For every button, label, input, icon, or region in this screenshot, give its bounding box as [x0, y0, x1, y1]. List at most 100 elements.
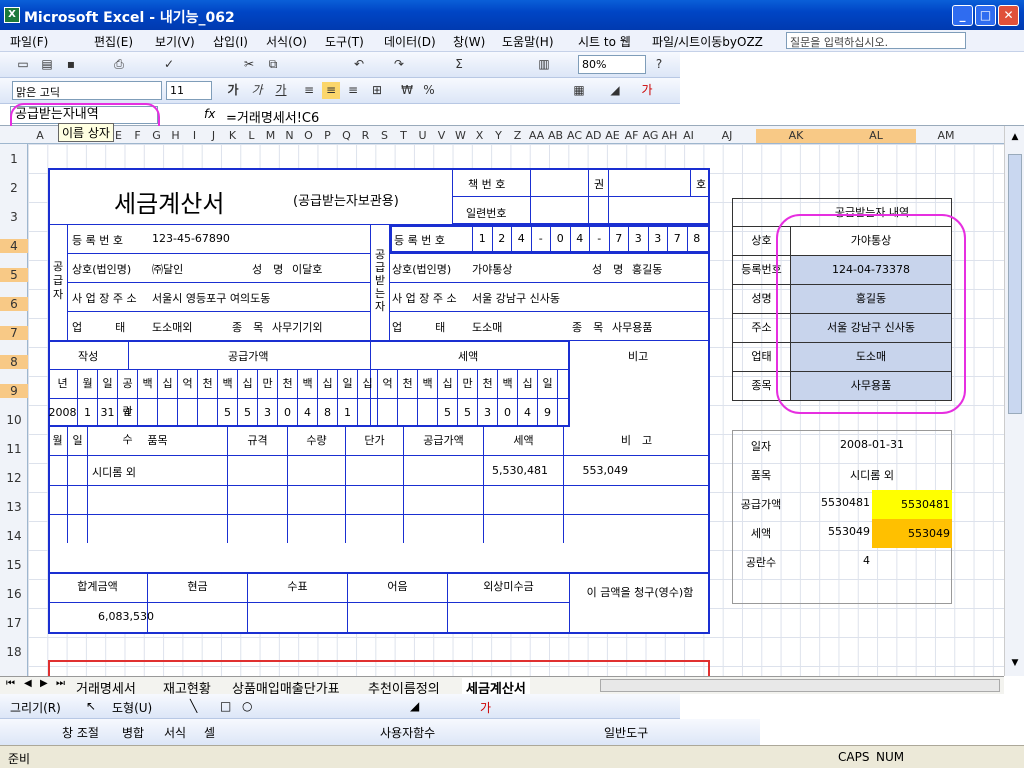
tab-nav-first-icon[interactable]: ⏮	[6, 678, 15, 689]
row-header[interactable]: 11	[0, 442, 28, 456]
column-header[interactable]: AJ	[698, 129, 756, 142]
align-left-icon[interactable]: ≡	[300, 82, 318, 99]
font-size-select[interactable]: 11	[166, 81, 212, 100]
column-header[interactable]: F	[128, 129, 147, 142]
column-header[interactable]: M	[261, 129, 280, 142]
font-color-icon[interactable]: 가	[480, 699, 491, 716]
font-color-icon[interactable]: 가	[638, 82, 656, 99]
row-header[interactable]: 16	[0, 587, 28, 601]
merge-center-icon[interactable]: ⊞	[368, 82, 386, 99]
column-header[interactable]: AB	[546, 129, 565, 142]
row-header[interactable]: 7	[0, 326, 28, 340]
new-icon[interactable]: ▭	[14, 56, 32, 73]
menu-data[interactable]: 데이터(D)	[384, 33, 436, 50]
close-button[interactable]: ✕	[998, 5, 1019, 26]
window-adjust-menu[interactable]: 창 조절	[62, 724, 99, 741]
print-icon[interactable]: ⎙	[110, 56, 128, 73]
font-select[interactable]: 맑은 고딕	[12, 81, 162, 100]
align-center-icon[interactable]: ≡	[322, 82, 340, 99]
column-header[interactable]: AC	[565, 129, 584, 142]
column-header[interactable]: G	[147, 129, 166, 142]
column-header[interactable]: AG	[641, 129, 660, 142]
bold-icon[interactable]: 가	[224, 82, 242, 99]
general-tools-menu[interactable]: 일반도구	[604, 724, 648, 741]
row-header[interactable]: 5	[0, 268, 28, 282]
help-icon[interactable]: ?	[650, 56, 668, 73]
column-header[interactable]: AI	[679, 129, 698, 142]
menu-view[interactable]: 보기(V)	[155, 33, 195, 50]
menu-format[interactable]: 서식(O)	[266, 33, 307, 50]
horizontal-scrollbar[interactable]	[600, 679, 1000, 692]
column-header[interactable]: K	[223, 129, 242, 142]
align-right-icon[interactable]: ≡	[344, 82, 362, 99]
formula-input[interactable]: =거래명세서!C6	[226, 107, 319, 126]
column-header[interactable]: I	[185, 129, 204, 142]
copy-icon[interactable]: ⧉	[264, 56, 282, 73]
column-header[interactable]: A	[28, 129, 52, 142]
column-header[interactable]: H	[166, 129, 185, 142]
column-header[interactable]: N	[280, 129, 299, 142]
tab-nav-prev-icon[interactable]: ◀	[24, 678, 32, 689]
column-header[interactable]: Y	[489, 129, 508, 142]
column-header[interactable]: J	[204, 129, 223, 142]
help-search-input[interactable]: 질문을 입력하십시오.	[786, 32, 966, 49]
row-header[interactable]: 13	[0, 500, 28, 514]
row-header[interactable]: 8	[0, 355, 28, 369]
column-header[interactable]: R	[356, 129, 375, 142]
oval-icon[interactable]: ○	[242, 699, 252, 713]
menu-edit[interactable]: 편집(E)	[94, 33, 133, 50]
redo-icon[interactable]: ↷	[390, 56, 408, 73]
column-header[interactable]: Z	[508, 129, 527, 142]
menu-window[interactable]: 창(W)	[453, 33, 485, 50]
column-header[interactable]: AK	[756, 129, 836, 143]
column-header[interactable]: AA	[527, 129, 546, 142]
column-header[interactable]: V	[432, 129, 451, 142]
row-header[interactable]: 4	[0, 239, 28, 253]
column-header[interactable]: AM	[916, 129, 976, 142]
cell-area[interactable]: 세금계산서 (공급받는자보관용) 책 번 호 일련번호 권 호 공급자 공급받는…	[28, 144, 1004, 676]
menu-tools[interactable]: 도구(T)	[325, 33, 364, 50]
menu-help[interactable]: 도움말(H)	[502, 33, 554, 50]
currency-icon[interactable]: ₩	[398, 82, 416, 99]
italic-icon[interactable]: 가	[248, 82, 266, 99]
row-header[interactable]: 15	[0, 558, 28, 572]
spellcheck-icon[interactable]: ✓	[160, 56, 178, 73]
column-header[interactable]: X	[470, 129, 489, 142]
row-header[interactable]: 3	[0, 210, 28, 224]
row-header[interactable]: 10	[0, 413, 28, 427]
percent-icon[interactable]: %	[420, 82, 438, 99]
column-header[interactable]: AH	[660, 129, 679, 142]
underline-icon[interactable]: 가	[272, 82, 290, 99]
column-header[interactable]: S	[375, 129, 394, 142]
chart-wizard-icon[interactable]: ▥	[535, 56, 553, 73]
open-icon[interactable]: ▤	[38, 56, 56, 73]
menu-file-sheet-move[interactable]: 파일/시트이동byOZZ	[652, 33, 763, 50]
cut-icon[interactable]: ✂	[240, 56, 258, 73]
row-header[interactable]: 12	[0, 471, 28, 485]
fill-color-icon[interactable]: ◢	[606, 82, 624, 99]
column-header[interactable]: AD	[584, 129, 603, 142]
select-arrow-icon[interactable]: ↖	[86, 699, 96, 713]
row-header[interactable]: 9	[0, 384, 28, 398]
menu-file[interactable]: 파일(F)	[10, 33, 48, 50]
column-header[interactable]: AE	[603, 129, 622, 142]
column-header[interactable]: W	[451, 129, 470, 142]
draw-menu[interactable]: 그리기(R)	[10, 699, 61, 716]
fill-color-icon[interactable]: ◢	[410, 699, 419, 713]
column-header[interactable]: Q	[337, 129, 356, 142]
row-header[interactable]: 18	[0, 645, 28, 659]
save-icon[interactable]: ▪	[62, 56, 80, 73]
scroll-down-icon[interactable]: ▼	[1008, 658, 1022, 672]
row-header[interactable]: 1	[0, 152, 28, 166]
row-header[interactable]: 2	[0, 181, 28, 195]
column-header[interactable]: P	[318, 129, 337, 142]
scroll-thumb[interactable]	[1008, 154, 1022, 414]
zoom-select[interactable]: 80%	[578, 55, 646, 74]
row-header[interactable]: 6	[0, 297, 28, 311]
column-header[interactable]: T	[394, 129, 413, 142]
fx-icon[interactable]: fx	[204, 107, 215, 121]
minimize-button[interactable]: _	[952, 5, 973, 26]
column-header[interactable]: O	[299, 129, 318, 142]
autosum-icon[interactable]: Σ	[450, 56, 468, 73]
borders-icon[interactable]: ▦	[570, 82, 588, 99]
